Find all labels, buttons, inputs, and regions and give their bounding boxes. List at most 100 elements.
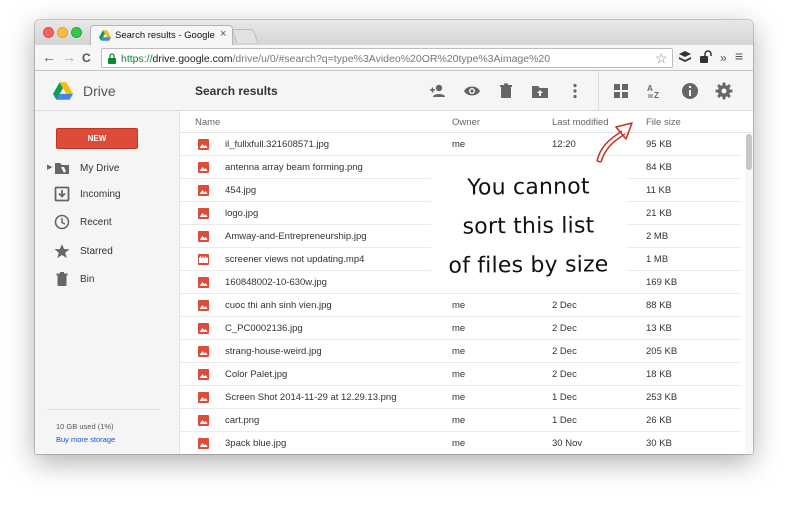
sidebar-item-incoming[interactable]: Incoming [35,183,180,205]
image-file-icon [198,346,209,357]
grid-view-icon[interactable] [612,82,630,100]
scrollbar-track[interactable] [745,133,753,454]
table-row[interactable]: cuoc thi anh sinh vien.jpg me 2 Dec 88 KB [180,294,742,317]
header-divider [598,71,599,111]
image-file-icon [198,300,209,311]
image-file-icon [198,415,209,426]
annotation-callout: You cannot sort this list of files by si… [431,165,626,288]
image-file-icon [198,277,209,288]
file-name: 3pack blue.jpg [225,438,287,449]
file-size: 11 KB [646,185,672,196]
table-row[interactable]: 3pack blue.jpg me 30 Nov 30 KB [180,432,742,454]
new-tab-button[interactable] [231,29,259,43]
unlock-extension-icon[interactable] [699,50,713,64]
layers-extension-icon[interactable] [678,50,692,64]
browser-toolbar: ← → C https://drive.google.com/drive/u/0… [35,45,753,71]
file-name: strang-house-weird.jpg [225,346,322,357]
drive-header: Drive Search results A Z [35,71,753,111]
more-vert-icon[interactable] [566,82,584,100]
title-bar: Search results - Google Dri × [35,20,753,45]
file-owner: me [452,139,466,150]
drive-logo-icon[interactable] [53,82,73,100]
annotation-arrow-icon [596,122,633,163]
buy-storage-link[interactable]: Buy more storage [56,435,115,444]
add-person-icon[interactable] [429,82,447,100]
sidebar-item-label: My Drive [80,163,120,174]
file-size: 169 KB [646,277,678,288]
file-name: screener views not updating.mp4 [225,254,365,265]
file-size: 88 KB [646,300,672,311]
image-file-icon [198,208,209,219]
menu-icon[interactable]: ≡ [735,48,743,64]
url-text: https://drive.google.com/drive/u/0/#sear… [121,53,551,65]
column-header-file-size[interactable]: File size [646,117,681,128]
browser-tab[interactable]: Search results - Google Dri × [90,25,233,45]
sidebar-item-my-drive[interactable]: ▶ My Drive [35,157,180,179]
file-size: 30 KB [646,438,672,449]
table-row[interactable]: cart.png me 1 Dec 26 KB [180,409,742,432]
file-owner: me [452,392,466,403]
annotation-line: of files by size [448,252,609,279]
reload-icon[interactable]: C [82,50,91,66]
file-size: 84 KB [646,162,672,173]
info-icon[interactable] [681,82,699,100]
annotation-line: sort this list [462,213,595,240]
trash-icon[interactable] [497,82,515,100]
back-arrow-icon[interactable]: ← [42,49,56,65]
app-name[interactable]: Drive [83,83,116,99]
image-file-icon [198,438,209,449]
file-owner: me [452,369,466,380]
file-last-modified: 2 Dec [552,369,577,380]
file-name: Amway-and-Entrepreneurship.jpg [225,231,367,242]
new-button[interactable]: NEW [56,128,138,149]
image-file-icon [198,162,209,173]
sidebar-item-label: Starred [80,246,113,257]
file-name: 454.jpg [225,185,257,196]
file-size: 18 KB [646,369,672,380]
file-name: Color Palet.jpg [225,369,288,380]
sidebar-item-label: Bin [80,274,95,285]
file-last-modified: 1 Dec [552,415,577,426]
lock-icon [108,53,116,64]
eye-icon[interactable] [463,82,481,100]
file-name: antenna array beam forming.png [225,162,363,173]
bookmark-star-icon[interactable]: ☆ [655,50,668,67]
expand-arrow-icon[interactable]: ▶ [47,163,52,171]
zoom-window-button[interactable] [71,27,82,38]
image-file-icon [198,139,209,150]
table-row[interactable]: Color Palet.jpg me 2 Dec 18 KB [180,363,742,386]
table-row[interactable]: Screen Shot 2014-11-29 at 12.29.13.png me… [180,386,742,409]
table-row[interactable]: strang-house-weird.jpg me 2 Dec 205 KB [180,340,742,363]
settings-gear-icon[interactable] [715,82,733,100]
sidebar-item-bin[interactable]: Bin [35,268,180,290]
file-name: logo.jpg [225,208,259,219]
file-last-modified: 2 Dec [552,323,577,334]
file-owner: me [452,415,466,426]
table-row[interactable]: il_fullxfull.321608571.jpg me 12:20 95 KB [180,133,742,156]
scrollbar-thumb[interactable] [746,134,752,170]
column-header-owner[interactable]: Owner [452,117,480,128]
sidebar-item-starred[interactable]: Starred [35,240,180,262]
file-size: 2 MB [646,231,669,242]
page-title: Search results [195,84,278,98]
file-name: Screen Shot 2014-11-29 at 12.29.13.png [225,392,397,403]
drive-favicon-icon [99,30,111,41]
file-name: il_fullxfull.321608571.jpg [225,139,330,150]
svg-text:Z: Z [654,91,659,100]
tab-close-icon[interactable]: × [220,28,226,40]
image-file-icon [198,323,209,334]
more-extensions-icon[interactable]: » [720,50,727,66]
minimize-window-button[interactable] [57,27,68,38]
file-name: cart.png [225,415,260,426]
sidebar-item-label: Incoming [80,189,121,200]
table-row[interactable]: C_PC0002136.jpg me 2 Dec 13 KB [180,317,742,340]
forward-arrow-icon[interactable]: → [62,49,76,65]
move-to-folder-icon[interactable] [531,82,549,100]
column-header-name[interactable]: Name [195,117,220,128]
sort-az-icon[interactable]: A Z [646,82,664,100]
close-window-button[interactable] [43,27,54,38]
address-bar[interactable]: https://drive.google.com/drive/u/0/#sear… [101,48,673,68]
column-header-row: Name Owner Last modified File size [180,111,753,133]
browser-window: Search results - Google Dri × ← → C http… [35,20,753,454]
sidebar-item-recent[interactable]: Recent [35,211,180,233]
